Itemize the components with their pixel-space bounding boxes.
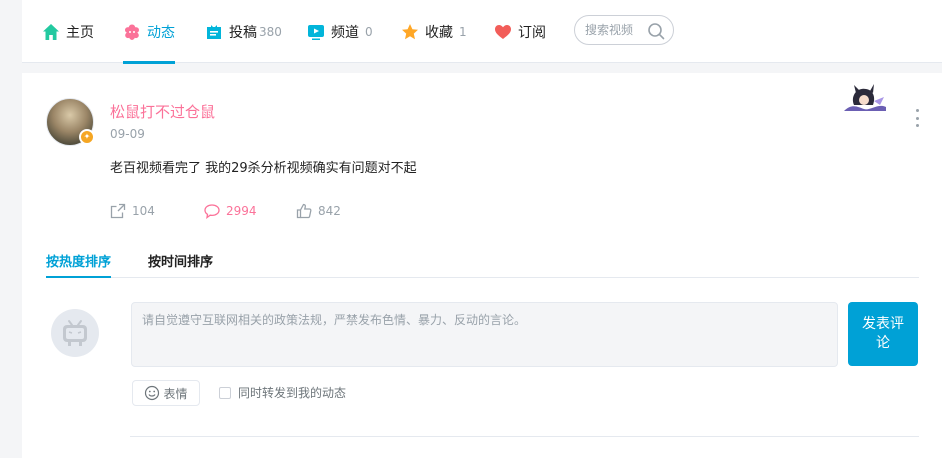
verified-badge-icon: ✦ [79,129,95,145]
tab-sort-time[interactable]: 按时间排序 [148,251,213,270]
nav-count: 380 [259,24,282,39]
user-avatar[interactable]: ✦ [46,98,95,146]
comment-button[interactable]: 2994 [204,202,257,220]
nav-label: 频道 [331,24,359,41]
nav-label: 投稿 [229,24,257,41]
nav-count: 0 [365,24,373,39]
comment-count: 2994 [226,204,257,218]
nav-item-favorites[interactable]: 收藏 1 [401,0,467,63]
nav-item-home[interactable]: 主页 [42,0,94,63]
dynamic-icon [125,24,139,40]
heart-icon [495,24,511,39]
nav-label: 动态 [147,24,175,41]
share-icon [110,203,126,219]
sync-to-dynamic-option[interactable]: 同时转发到我的动态 [219,384,346,401]
post-content: 老百视频看完了 我的29杀分析视频确实有问题对不起 [110,161,417,176]
post-date: 09-09 [110,127,145,141]
search-icon[interactable] [647,22,665,40]
divider [130,436,919,437]
forward-button[interactable]: 104 [110,202,155,220]
nav-label: 主页 [66,24,94,41]
sync-label: 同时转发到我的动态 [238,386,347,400]
nav-label: 订阅 [518,24,546,41]
search-input[interactable] [585,23,647,37]
like-count: 842 [318,204,341,218]
search-box [574,15,674,45]
nav-item-dynamic[interactable]: 动态 [123,0,175,64]
submit-comment-button[interactable]: 发表评论 [848,302,918,366]
comment-icon [204,204,220,219]
upload-icon [207,24,221,39]
channel-icon [308,24,324,40]
comment-input[interactable] [131,302,838,367]
sync-checkbox[interactable] [219,386,231,399]
emoji-button[interactable]: 表情 [132,380,200,406]
more-options-icon[interactable] [912,109,922,127]
commenter-avatar [51,309,99,357]
like-button[interactable]: 842 [296,202,341,220]
emoji-label: 表情 [163,386,188,401]
username[interactable]: 松鼠打不过仓鼠 [110,101,215,122]
forward-count: 104 [132,204,155,218]
nav-label: 收藏 [425,24,453,41]
avatar-pendant-icon [844,84,886,111]
smiley-icon [145,385,160,401]
home-icon [43,23,59,40]
top-nav: 主页 动态 投稿 380 频道 0 收藏 1 订阅 [22,0,942,64]
thumbs-up-icon [296,203,312,219]
nav-item-upload[interactable]: 投稿 380 [205,0,282,63]
post-card: ✦ 松鼠打不过仓鼠 09-09 老百视频看完了 我的29杀分析视频确实有问题对不… [22,73,942,458]
nav-item-channel[interactable]: 频道 0 [307,0,373,63]
nav-item-subscribe[interactable]: 订阅 [494,0,546,63]
default-avatar-icon [63,320,87,346]
tab-sort-hot[interactable]: 按热度排序 [46,251,112,278]
sort-tabs: 按热度排序 按时间排序 [46,241,919,278]
star-icon [402,23,418,39]
nav-count: 1 [459,24,467,39]
